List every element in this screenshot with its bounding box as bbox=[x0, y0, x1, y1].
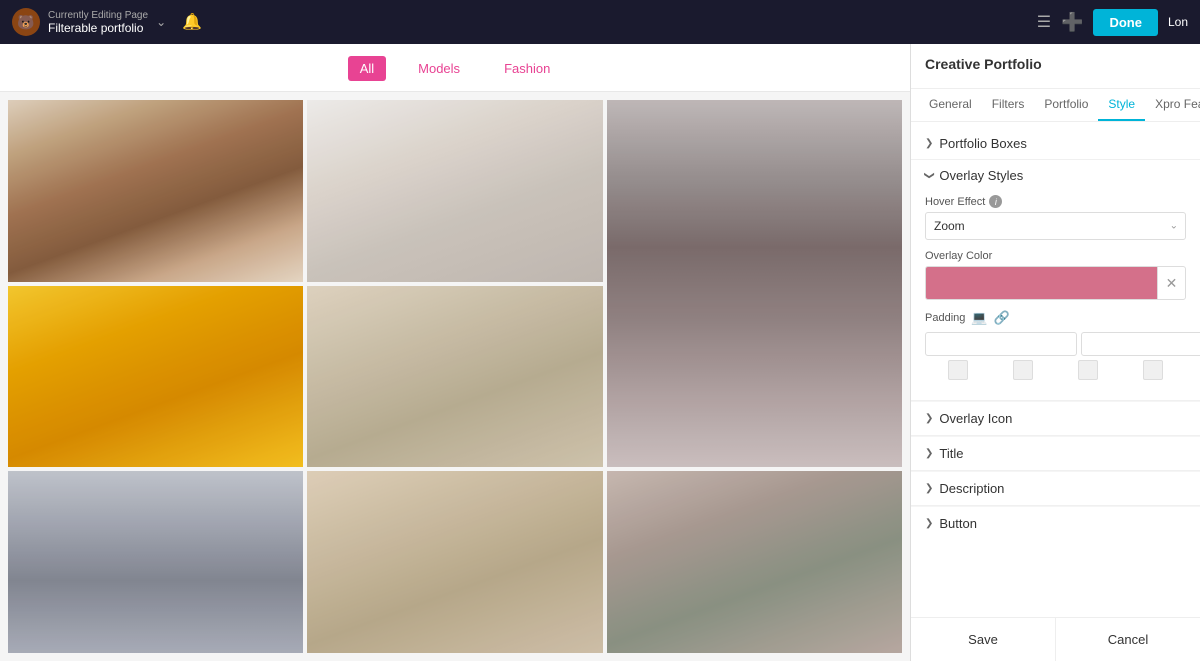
overlay-icon-section[interactable]: ❯ Overlay Icon bbox=[911, 401, 1200, 435]
padding-inputs: px bbox=[925, 332, 1186, 356]
title-label: Title bbox=[939, 446, 963, 461]
button-section[interactable]: ❯ Button bbox=[911, 506, 1200, 540]
user-label: Lon bbox=[1168, 15, 1188, 29]
chevron-right-button: ❯ bbox=[925, 518, 933, 529]
padding-input-1[interactable] bbox=[925, 332, 1077, 356]
padding-corner-bl[interactable] bbox=[1078, 360, 1098, 380]
panel-header: Creative Portfolio bbox=[911, 44, 1200, 89]
overlay-color-label: Overlay Color bbox=[925, 250, 1186, 262]
padding-corners bbox=[925, 360, 1186, 380]
chevron-right-description: ❯ bbox=[925, 483, 933, 494]
page-info: Currently Editing Page Filterable portfo… bbox=[48, 10, 148, 35]
topbar: 🐻 Currently Editing Page Filterable port… bbox=[0, 0, 1200, 44]
chevron-down-icon[interactable]: ⌄ bbox=[156, 15, 166, 29]
grid-item-5[interactable] bbox=[307, 286, 602, 468]
canvas-area: All Models Fashion bbox=[0, 44, 910, 661]
filter-tabs-bar: All Models Fashion bbox=[0, 44, 910, 92]
panel-footer: Save Cancel bbox=[911, 617, 1200, 661]
padding-input-2[interactable] bbox=[1081, 332, 1200, 356]
grid-item-3[interactable] bbox=[607, 100, 902, 467]
overlay-styles-section-header[interactable]: ❯ Overlay Styles bbox=[911, 160, 1200, 191]
overlay-icon-label: Overlay Icon bbox=[939, 411, 1012, 426]
chevron-down-icon-overlay: ❯ bbox=[924, 171, 935, 179]
save-button[interactable]: Save bbox=[911, 618, 1056, 661]
description-section[interactable]: ❯ Description bbox=[911, 471, 1200, 505]
topbar-left: 🐻 Currently Editing Page Filterable port… bbox=[12, 8, 202, 36]
padding-row: Padding 💻 🔗 px bbox=[925, 310, 1186, 380]
button-label: Button bbox=[939, 516, 977, 531]
grid-item-2[interactable] bbox=[307, 100, 602, 282]
filter-tab-all[interactable]: All bbox=[348, 56, 386, 81]
overlay-styles-label: Overlay Styles bbox=[939, 168, 1023, 183]
main-layout: All Models Fashion bbox=[0, 44, 1200, 661]
hover-effect-select-wrapper: Zoom Fade Slide None ⌄ bbox=[925, 212, 1186, 240]
grid-item-4[interactable] bbox=[8, 286, 303, 468]
tab-general[interactable]: General bbox=[919, 89, 982, 121]
user-avatar: 🐻 bbox=[12, 8, 40, 36]
close-color-icon[interactable]: ✕ bbox=[1157, 267, 1185, 299]
overlay-styles-body: Hover Effect i Zoom Fade Slide None ⌄ bbox=[911, 191, 1200, 400]
filter-tab-models[interactable]: Models bbox=[406, 56, 472, 81]
hover-effect-select[interactable]: Zoom Fade Slide None bbox=[925, 212, 1186, 240]
color-swatch-container: ✕ bbox=[925, 266, 1186, 300]
cancel-button[interactable]: Cancel bbox=[1056, 618, 1200, 661]
overlay-color-row: Overlay Color ✕ bbox=[925, 250, 1186, 300]
padding-corner-tl[interactable] bbox=[948, 360, 968, 380]
portfolio-boxes-label: Portfolio Boxes bbox=[939, 136, 1026, 151]
done-button[interactable]: Done bbox=[1093, 9, 1158, 36]
tab-xpro[interactable]: Xpro Features bbox=[1145, 89, 1200, 121]
grid-item-8[interactable] bbox=[607, 471, 902, 653]
editing-label: Currently Editing Page bbox=[48, 10, 148, 21]
padding-header: Padding 💻 🔗 bbox=[925, 310, 1186, 326]
panel-tabs: General Filters Portfolio Style Xpro Fea… bbox=[911, 89, 1200, 122]
filter-tab-fashion[interactable]: Fashion bbox=[492, 56, 562, 81]
help-icon[interactable]: i bbox=[989, 195, 1002, 208]
page-name: Filterable portfolio bbox=[48, 21, 148, 35]
overlay-color-swatch[interactable] bbox=[926, 267, 1157, 299]
tab-portfolio[interactable]: Portfolio bbox=[1034, 89, 1098, 121]
topbar-right: ☰ ➕ Done Lon bbox=[1037, 9, 1188, 36]
grid-item-6[interactable] bbox=[8, 471, 303, 653]
panel-content: ❯ Portfolio Boxes ❯ Overlay Styles Hover… bbox=[911, 122, 1200, 617]
padding-corner-br[interactable] bbox=[1143, 360, 1163, 380]
hover-effect-row: Hover Effect i Zoom Fade Slide None ⌄ bbox=[925, 195, 1186, 240]
bell-icon[interactable]: 🔔 bbox=[182, 12, 202, 32]
plus-icon[interactable]: ➕ bbox=[1061, 12, 1083, 33]
tab-filters[interactable]: Filters bbox=[982, 89, 1035, 121]
chevron-right-overlay-icon: ❯ bbox=[925, 413, 933, 424]
grid-icon[interactable]: ☰ bbox=[1037, 12, 1051, 32]
hover-effect-label: Hover Effect i bbox=[925, 195, 1186, 208]
grid-item-1[interactable] bbox=[8, 100, 303, 282]
padding-device-icon[interactable]: 💻 bbox=[971, 310, 987, 326]
tab-style[interactable]: Style bbox=[1098, 89, 1145, 121]
right-panel: Creative Portfolio General Filters Portf… bbox=[910, 44, 1200, 661]
portfolio-boxes-section[interactable]: ❯ Portfolio Boxes bbox=[911, 128, 1200, 159]
padding-link-icon[interactable]: 🔗 bbox=[994, 310, 1010, 326]
padding-label: Padding bbox=[925, 312, 965, 324]
portfolio-grid bbox=[0, 92, 910, 661]
grid-item-7[interactable] bbox=[307, 471, 602, 653]
description-label: Description bbox=[939, 481, 1004, 496]
panel-title: Creative Portfolio bbox=[925, 56, 1186, 72]
chevron-right-title: ❯ bbox=[925, 448, 933, 459]
padding-corner-tr[interactable] bbox=[1013, 360, 1033, 380]
chevron-right-icon: ❯ bbox=[925, 138, 933, 149]
title-section[interactable]: ❯ Title bbox=[911, 436, 1200, 470]
